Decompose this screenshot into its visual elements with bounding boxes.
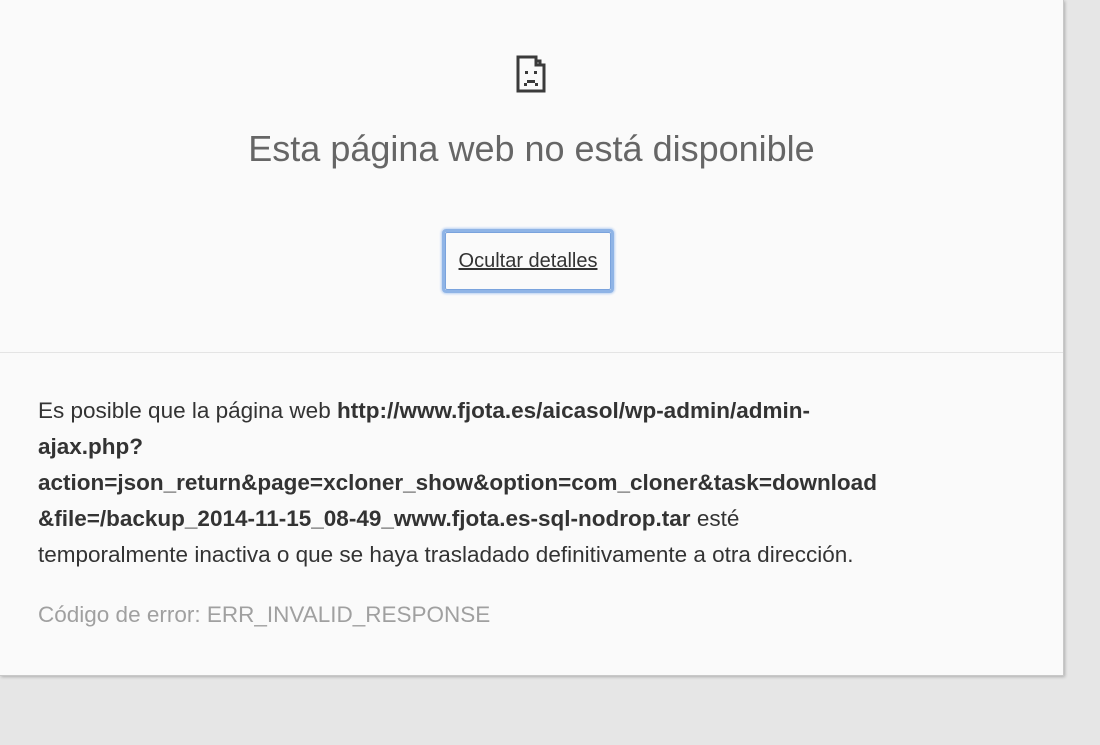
error-details: Es posible que la página web http://www.… — [38, 393, 1028, 573]
hide-details-label: Ocultar detalles — [458, 250, 598, 272]
page-title: Esta página web no está disponible — [248, 128, 815, 169]
failed-url-part1: http://www.fjota.es/aicasol/wp-admin/adm… — [336, 398, 810, 423]
error-header: Esta página web no está disponible Ocult… — [0, 0, 1063, 353]
sad-page-icon — [516, 55, 546, 93]
error-code: Código de error: ERR_INVALID_RESPONSE — [38, 602, 491, 627]
details-prefix: Es posible que la página web — [38, 398, 331, 423]
details-suffix-2: temporalmente inactiva o que se haya tra… — [38, 542, 854, 567]
failed-url-part3: action=json_return&page=xcloner_show&opt… — [38, 470, 877, 495]
failed-url-part2: ajax.php? — [38, 434, 144, 459]
failed-url-part4: &file=/backup_2014-11-15_08-49_www.fjota… — [38, 506, 691, 531]
details-suffix-1: esté — [696, 506, 740, 531]
hide-details-button[interactable]: Ocultar detalles — [442, 229, 614, 293]
error-card: Esta página web no está disponible Ocult… — [0, 0, 1064, 676]
